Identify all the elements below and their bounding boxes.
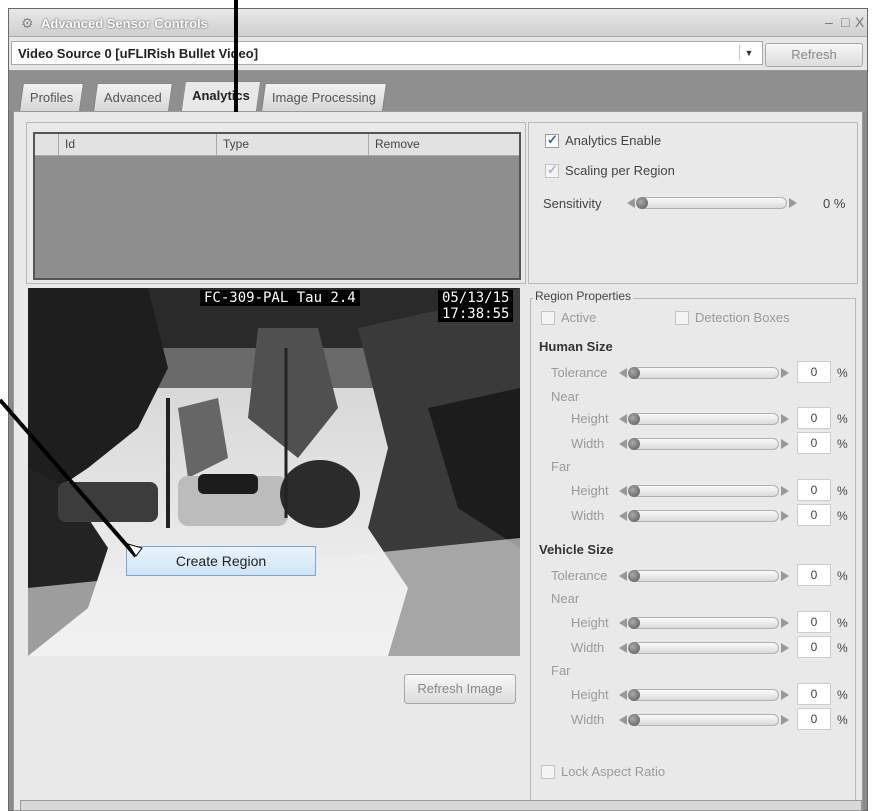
annotation-arrows bbox=[0, 0, 238, 558]
status-bar bbox=[20, 800, 862, 811]
pointer-line-create-region bbox=[0, 398, 138, 558]
